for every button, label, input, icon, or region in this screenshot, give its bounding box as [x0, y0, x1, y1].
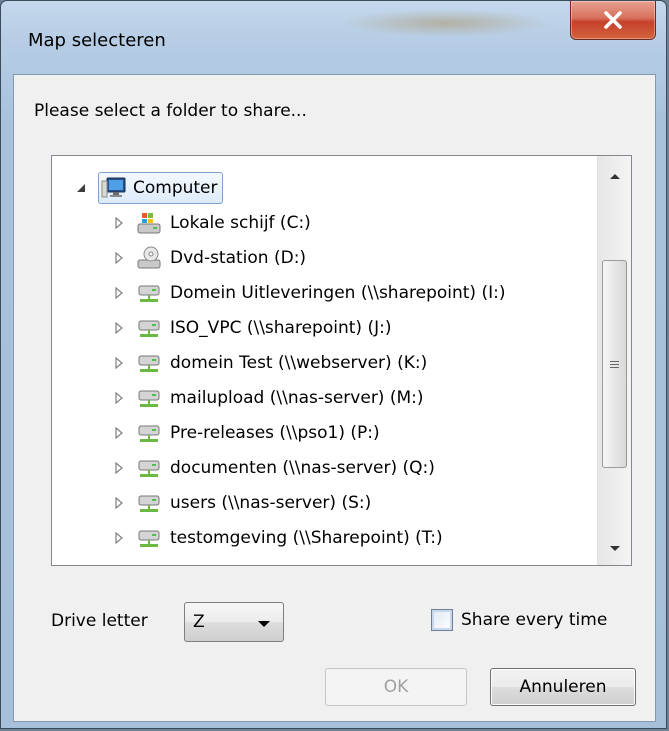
- window-title: Map selecteren: [28, 30, 166, 51]
- tree-item[interactable]: Lokale schijf (C:): [112, 206, 311, 240]
- tree-item[interactable]: Pre-releases (\\pso1) (P:): [112, 416, 380, 450]
- tree-item[interactable]: ISO_VPC (\\sharepoint) (J:): [112, 311, 391, 345]
- share-every-time-option[interactable]: Share every time: [431, 609, 607, 631]
- tree-item[interactable]: Domein Uitleveringen (\\sharepoint) (I:): [112, 276, 505, 310]
- network-drive-icon: [136, 315, 162, 341]
- scroll-down-arrow-icon: [609, 538, 621, 557]
- network-drive-icon: [136, 350, 162, 376]
- tree-item-label: ISO_VPC (\\sharepoint) (J:): [170, 318, 392, 338]
- scroll-up-button[interactable]: [598, 156, 631, 192]
- tree-item[interactable]: documenten (\\nas-server) (Q:): [112, 451, 435, 485]
- tree-root-selection[interactable]: Computer: [98, 172, 223, 204]
- collapsed-triangle-icon[interactable]: [112, 321, 126, 335]
- vertical-scrollbar[interactable]: [597, 156, 631, 565]
- expanded-triangle-icon[interactable]: [74, 181, 88, 195]
- tree-item[interactable]: testomgeving (\\Sharepoint) (T:): [112, 521, 443, 555]
- scrollbar-thumb[interactable]: [602, 260, 627, 468]
- network-drive-icon: [136, 385, 162, 411]
- tree-item[interactable]: Dvd-station (D:): [112, 241, 306, 275]
- tree-item-label: testomgeving (\\Sharepoint) (T:): [170, 528, 443, 548]
- tree-root-computer[interactable]: Computer: [74, 171, 223, 205]
- collapsed-triangle-icon[interactable]: [112, 426, 126, 440]
- dialog-client-area: Please select a folder to share... Compu…: [13, 74, 656, 722]
- drive-letter-label: Drive letter: [51, 611, 148, 631]
- network-drive-icon: [136, 455, 162, 481]
- ok-button[interactable]: OK: [325, 668, 467, 706]
- collapsed-triangle-icon[interactable]: [112, 286, 126, 300]
- tree-item[interactable]: domein Test (\\webserver) (K:): [112, 346, 427, 380]
- title-glow: [341, 9, 551, 37]
- grip-icon: [610, 359, 619, 370]
- scroll-down-button[interactable]: [598, 529, 631, 565]
- network-drive-icon: [136, 280, 162, 306]
- tree-item-label: documenten (\\nas-server) (Q:): [170, 458, 435, 478]
- cancel-button[interactable]: Annuleren: [490, 668, 636, 706]
- tree-item[interactable]: users (\\nas-server) (S:): [112, 486, 371, 520]
- folder-tree[interactable]: Computer Lokale schijf (C:) Dvd-station …: [51, 155, 632, 566]
- prompt-text: Please select a folder to share...: [34, 101, 307, 121]
- collapsed-triangle-icon[interactable]: [112, 531, 126, 545]
- scroll-up-arrow-icon: [609, 165, 621, 184]
- close-button[interactable]: [570, 1, 656, 40]
- collapsed-triangle-icon[interactable]: [112, 356, 126, 370]
- drive-letter-select[interactable]: Z: [184, 602, 284, 642]
- tree-item-label: Dvd-station (D:): [170, 248, 307, 268]
- share-every-time-checkbox[interactable]: [431, 609, 453, 631]
- network-drive-icon: [136, 525, 162, 551]
- collapsed-triangle-icon[interactable]: [112, 461, 126, 475]
- close-icon: [603, 11, 623, 29]
- collapsed-triangle-icon[interactable]: [112, 391, 126, 405]
- tree-item-label: mailupload (\\nas-server) (M:): [170, 388, 424, 408]
- collapsed-triangle-icon[interactable]: [112, 496, 126, 510]
- dropdown-arrow-icon: [257, 613, 271, 632]
- collapsed-triangle-icon[interactable]: [112, 251, 126, 265]
- tree-item-label: Domein Uitleveringen (\\sharepoint) (I:): [170, 283, 506, 303]
- dialog-window: Map selecteren Please select a folder to…: [0, 0, 667, 729]
- computer-icon: [101, 175, 127, 201]
- share-every-time-label[interactable]: Share every time: [461, 610, 607, 630]
- tree-item[interactable]: mailupload (\\nas-server) (M:): [112, 381, 424, 415]
- network-drive-icon: [136, 490, 162, 516]
- collapsed-triangle-icon[interactable]: [112, 216, 126, 230]
- network-drive-icon: [136, 420, 162, 446]
- title-bar[interactable]: Map selecteren: [1, 1, 666, 85]
- tree-root-label: Computer: [133, 178, 218, 198]
- local-disk-icon: [136, 210, 162, 236]
- tree-item-label: users (\\nas-server) (S:): [170, 493, 372, 513]
- drive-letter-value: Z: [193, 612, 205, 632]
- tree-item-label: Lokale schijf (C:): [170, 213, 311, 233]
- tree-item-label: domein Test (\\webserver) (K:): [170, 353, 428, 373]
- dvd-drive-icon: [136, 245, 162, 271]
- tree-item-label: Pre-releases (\\pso1) (P:): [170, 423, 380, 443]
